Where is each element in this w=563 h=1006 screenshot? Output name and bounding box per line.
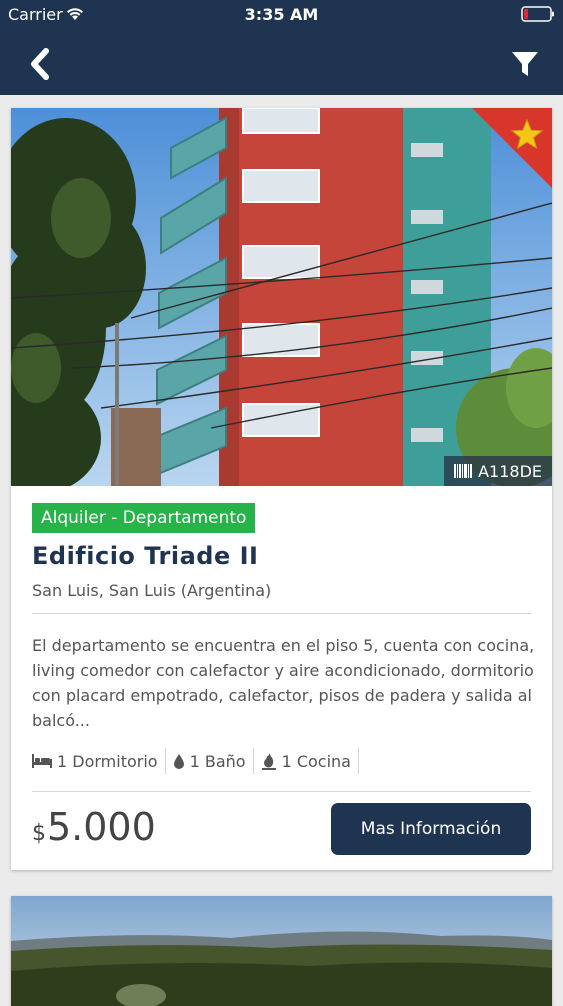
feature-bathrooms: 1 Baño <box>173 748 254 774</box>
status-time: 3:35 AM <box>244 5 319 24</box>
listing-description: El departamento se encuentra en el piso … <box>32 636 535 730</box>
listing-card[interactable]: A118DE Alquiler - Departamento Edificio … <box>11 108 552 870</box>
listing-code-badge: A118DE <box>444 456 552 486</box>
listing-code: A118DE <box>478 461 542 481</box>
drop-icon <box>173 754 184 769</box>
battery-icon <box>521 6 555 26</box>
feature-bathrooms-label: 1 Baño <box>189 751 246 771</box>
price-currency: $ <box>32 821 46 846</box>
listing-title: Edificio Triade II <box>32 542 259 570</box>
listing-location: San Luis, San Luis (Argentina) <box>32 581 272 600</box>
feature-kitchens: 1 Cocina <box>261 748 359 774</box>
feature-kitchens-label: 1 Cocina <box>281 751 351 771</box>
price-amount: 5.000 <box>47 805 156 849</box>
divider <box>32 791 531 792</box>
divider <box>32 613 531 614</box>
filter-button[interactable] <box>509 48 541 80</box>
listing-photo[interactable] <box>11 896 552 1006</box>
funnel-icon <box>512 52 538 76</box>
listing-photo[interactable]: A118DE <box>11 108 552 486</box>
more-info-button[interactable]: Mas Información <box>331 803 531 855</box>
flame-icon <box>261 753 276 770</box>
barcode-icon <box>454 464 473 478</box>
category-badge: Alquiler - Departamento <box>32 503 256 533</box>
bed-icon <box>32 754 52 768</box>
listing-price: $ 5.000 <box>32 805 156 849</box>
features-row: 1 Dormitorio 1 Baño 1 Cocina <box>32 748 366 774</box>
chevron-left-icon <box>31 48 49 80</box>
feature-bedrooms-label: 1 Dormitorio <box>57 751 158 771</box>
navigation-bar: Carrier 3:35 AM <box>0 0 563 95</box>
feature-bedrooms: 1 Dormitorio <box>32 748 166 774</box>
back-button[interactable] <box>26 46 58 82</box>
listing-card[interactable] <box>11 896 552 1006</box>
